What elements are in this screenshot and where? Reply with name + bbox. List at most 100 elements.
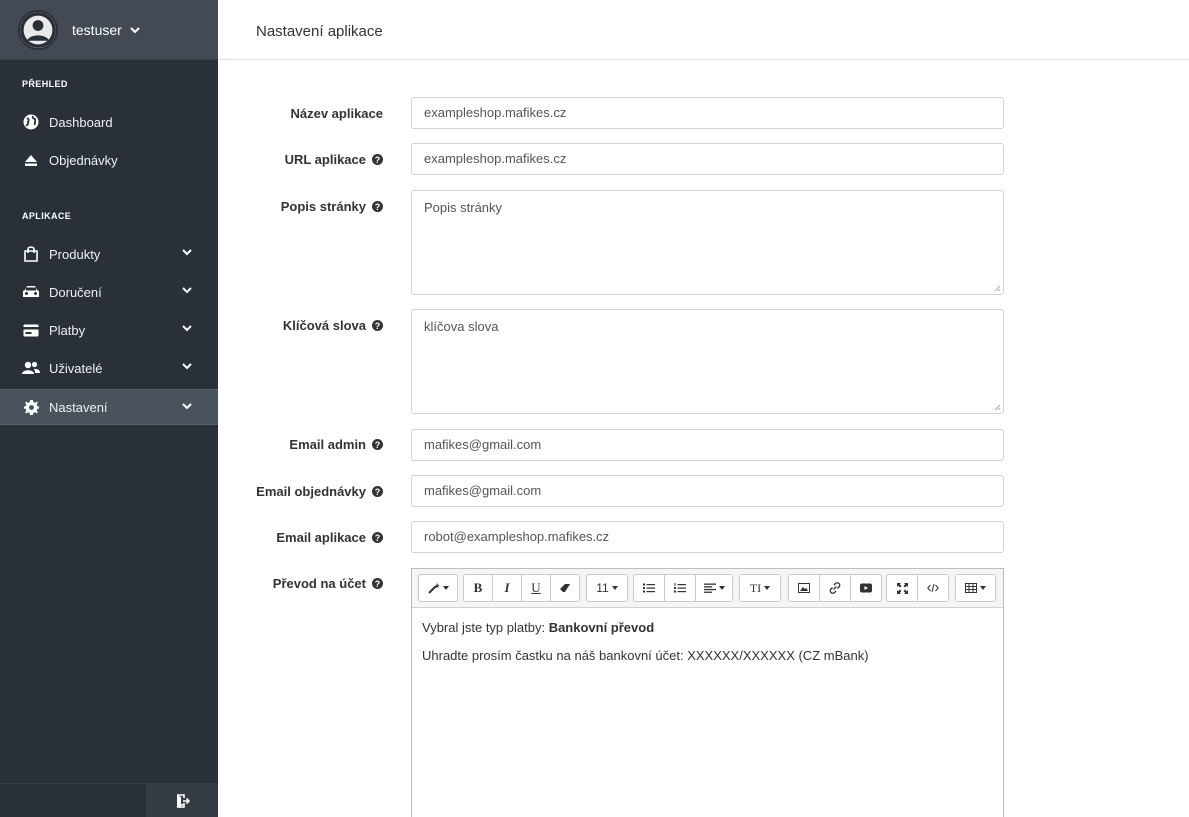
- question-circle-icon[interactable]: ?: [372, 320, 383, 331]
- chevron-down-icon: [182, 403, 192, 410]
- question-circle-icon[interactable]: ?: [372, 532, 383, 543]
- question-circle-icon[interactable]: ?: [372, 486, 383, 497]
- app-url-input[interactable]: exampleshop.mafikes.cz: [411, 143, 1004, 175]
- chevron-down-icon: [182, 287, 192, 294]
- keywords-text: klíčova slova: [424, 319, 499, 334]
- users-icon: [22, 359, 40, 377]
- style-button[interactable]: [418, 574, 458, 602]
- link-icon: [829, 582, 841, 594]
- list-ol-icon: [674, 583, 686, 593]
- toolbar-group-style: [418, 574, 458, 602]
- sidebar-item-label: Uživatelé: [49, 360, 103, 376]
- question-circle-icon[interactable]: ?: [372, 439, 383, 450]
- label-text: URL aplikace: [284, 152, 366, 167]
- label-email-app: Email aplikace?: [276, 530, 383, 545]
- underline-button[interactable]: U: [521, 574, 551, 602]
- question-circle-icon[interactable]: ?: [372, 578, 383, 589]
- label-text: Email admin: [289, 437, 366, 452]
- sidebar-item-dashboard[interactable]: Dashboard: [0, 104, 218, 140]
- sidebar-item-delivery[interactable]: Doručení: [0, 274, 218, 310]
- email-orders-input[interactable]: mafikes@gmail.com: [411, 475, 1004, 507]
- avatar: [18, 9, 58, 50]
- transfer-editor[interactable]: B I U 11 TI Vybral jste typ platby: Bank…: [411, 568, 1004, 817]
- toolbar-group-height: TI: [739, 574, 781, 602]
- credit-card-icon: [22, 321, 40, 339]
- chevron-down-icon[interactable]: [130, 26, 140, 34]
- section-title-application: APLIKACE: [22, 211, 72, 221]
- paragraph-align-button[interactable]: [695, 574, 733, 602]
- editor-line: Vybral jste typ platby: Bankovní převod: [422, 620, 993, 636]
- keywords-textarea[interactable]: klíčova slova: [411, 309, 1004, 414]
- sidebar-item-settings[interactable]: Nastavení: [0, 389, 218, 425]
- code-icon: [927, 583, 939, 593]
- question-circle-icon[interactable]: ?: [372, 201, 383, 212]
- description-text: Popis stránky: [424, 200, 503, 215]
- label-keywords: Klíčová slova?: [283, 318, 383, 333]
- sidebar-item-label: Doručení: [49, 284, 102, 300]
- question-circle-icon[interactable]: ?: [372, 154, 383, 165]
- insert-picture-button[interactable]: [788, 574, 820, 602]
- align-left-icon: [703, 583, 716, 593]
- insert-link-button[interactable]: [819, 574, 851, 602]
- line-height-label: TI: [749, 580, 762, 595]
- username[interactable]: testuser: [72, 22, 122, 38]
- code-view-button[interactable]: [917, 574, 949, 602]
- shopping-bag-icon: [22, 245, 40, 263]
- resize-handle-icon[interactable]: [993, 284, 1001, 292]
- bold-button[interactable]: B: [463, 574, 493, 602]
- gear-icon: [22, 398, 40, 416]
- app-name-input[interactable]: exampleshop.mafikes.cz: [411, 97, 1004, 129]
- email-app-input[interactable]: robot@exampleshop.mafikes.cz: [411, 521, 1004, 553]
- toolbar-group-font: B I U: [463, 574, 580, 602]
- font-size-value: 11: [596, 581, 609, 595]
- user-menu[interactable]: testuser: [0, 0, 218, 60]
- label-app-name: Název aplikace: [290, 106, 383, 121]
- toolbar-group-view: [886, 574, 949, 602]
- fullscreen-icon: [896, 582, 908, 594]
- page-title: Nastavení aplikace: [256, 23, 383, 40]
- fullscreen-button[interactable]: [886, 574, 918, 602]
- chevron-down-icon: [182, 249, 192, 256]
- toolbar-group-insert: [788, 574, 882, 602]
- sidebar-item-orders[interactable]: Objednávky: [0, 142, 218, 178]
- picture-icon: [798, 583, 810, 593]
- font-size-button[interactable]: 11: [586, 574, 628, 602]
- payment-type-value: Bankovní převod: [548, 620, 655, 635]
- sidebar-item-label: Objednávky: [49, 152, 118, 168]
- label-text: Název aplikace: [290, 106, 383, 121]
- sidebar-item-products[interactable]: Produkty: [0, 236, 218, 272]
- sidebar-footer: [0, 783, 218, 817]
- chevron-down-icon: [182, 363, 192, 370]
- table-button[interactable]: [955, 574, 996, 602]
- label-email-admin: Email admin?: [289, 437, 383, 452]
- payment-type-prefix: Vybral jste typ platby:: [422, 620, 549, 635]
- toolbar-group-para: [633, 574, 733, 602]
- ordered-list-button[interactable]: [664, 574, 696, 602]
- logout-icon: [176, 794, 190, 808]
- label-text: Email aplikace: [276, 530, 366, 545]
- sidebar-item-payments[interactable]: Platby: [0, 312, 218, 348]
- email-admin-input[interactable]: mafikes@gmail.com: [411, 429, 1004, 461]
- description-textarea[interactable]: Popis stránky: [411, 190, 1004, 295]
- section-title-overview: PŘEHLED: [22, 79, 68, 89]
- eraser-icon: [560, 584, 570, 592]
- label-text: Klíčová slova: [282, 318, 366, 333]
- sidebar-item-label: Nastavení: [49, 399, 108, 415]
- label-description: Popis stránky?: [281, 199, 383, 214]
- magic-wand-icon: [427, 583, 440, 594]
- line-height-button[interactable]: TI: [739, 574, 781, 602]
- italic-button[interactable]: I: [492, 574, 522, 602]
- label-transfer: Převod na účet?: [273, 576, 383, 591]
- sidebar-item-users[interactable]: Uživatelé: [0, 350, 218, 386]
- resize-handle-icon[interactable]: [993, 403, 1001, 411]
- unordered-list-button[interactable]: [633, 574, 665, 602]
- clear-format-button[interactable]: [550, 574, 580, 602]
- insert-video-button[interactable]: [850, 574, 882, 602]
- eject-icon: [22, 151, 40, 169]
- car-icon: [22, 283, 40, 301]
- label-text: Převod na účet: [272, 576, 366, 591]
- editor-content[interactable]: Vybral jste typ platby: Bankovní převod …: [412, 608, 1003, 688]
- sidebar-item-label: Platby: [49, 322, 86, 338]
- toolbar-group-table: [955, 574, 996, 602]
- logout-button[interactable]: [146, 784, 218, 817]
